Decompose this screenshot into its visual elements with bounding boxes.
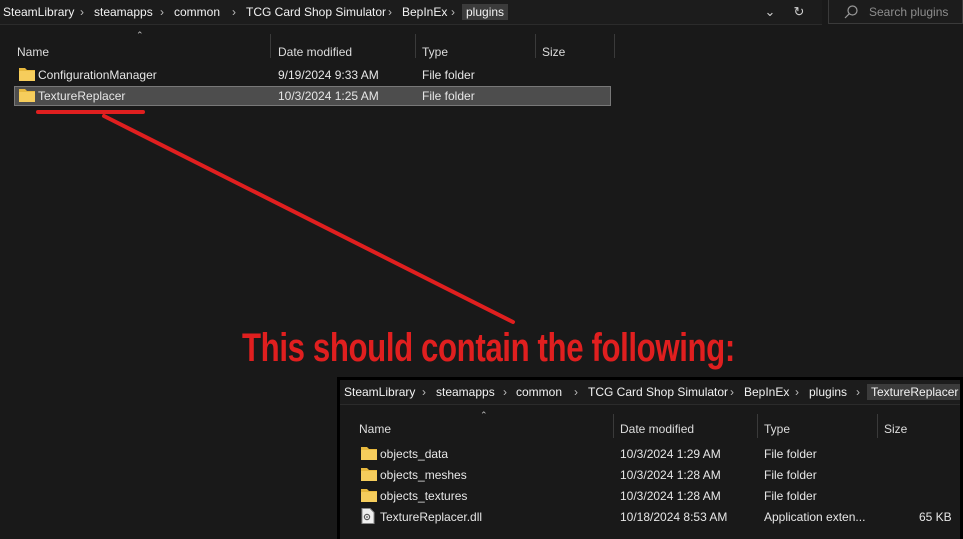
folder-icon [361,447,377,460]
column-header-type[interactable]: Type [764,423,790,439]
breadcrumb-tcg-card-shop-simulator[interactable]: TCG Card Shop Simulator [588,384,728,400]
breadcrumb-common[interactable]: common [516,384,562,400]
file-row-objects-meshes[interactable]: objects_meshes 10/3/2024 1:28 AM File fo… [355,465,960,485]
chevron-right-icon[interactable]: › [795,384,799,400]
file-row-texturereplacer-dll[interactable]: TextureReplacer.dll 10/18/2024 8:53 AM A… [355,507,960,527]
file-row-objects-data[interactable]: objects_data 10/3/2024 1:29 AM File fold… [355,444,960,464]
column-divider[interactable] [757,414,758,438]
file-date: 10/3/2024 1:29 AM [620,447,721,461]
file-type: File folder [764,489,817,503]
file-date: 10/3/2024 1:28 AM [620,489,721,503]
file-type: File folder [764,468,817,482]
folder-icon [361,468,377,481]
file-name: objects_textures [380,489,468,503]
chevron-right-icon[interactable]: › [574,384,578,400]
breadcrumb-texturereplacer[interactable]: TextureReplacer [867,384,960,400]
column-header-name[interactable]: Name [359,423,391,439]
column-header-size[interactable]: Size [884,423,907,439]
sort-up-icon: ⌃ [480,410,488,420]
file-date: 10/18/2024 8:53 AM [620,510,728,524]
file-name: TextureReplacer.dll [380,510,483,524]
file-type: File folder [764,447,817,461]
breadcrumb-steamlibrary[interactable]: SteamLibrary [344,384,415,400]
column-header-date-modified[interactable]: Date modified [620,423,694,439]
file-row-objects-textures[interactable]: objects_textures 10/3/2024 1:28 AM File … [355,486,960,506]
chevron-right-icon[interactable]: › [856,384,860,400]
folder-icon [361,489,377,502]
chevron-right-icon[interactable]: › [422,384,426,400]
file-type: Application exten... [764,510,866,524]
chevron-right-icon[interactable]: › [503,384,507,400]
file-name: objects_data [380,447,449,461]
dll-file-icon [361,508,375,524]
inset-explorer-window: SteamLibrary › steamapps › common › TCG … [337,377,963,539]
file-size: 65 KB [919,510,952,524]
inset-address-bar[interactable]: SteamLibrary › steamapps › common › TCG … [340,380,960,405]
arrow-line-annotation [102,114,515,324]
chevron-right-icon[interactable]: › [730,384,734,400]
annotation-callout-text: This should contain the following: [242,326,735,370]
breadcrumb-plugins[interactable]: plugins [809,384,847,400]
breadcrumb-bepinex[interactable]: BepInEx [744,384,789,400]
file-date: 10/3/2024 1:28 AM [620,468,721,482]
file-name: objects_meshes [380,468,467,482]
column-divider[interactable] [613,414,614,438]
column-divider[interactable] [877,414,878,438]
breadcrumb-steamapps[interactable]: steamapps [436,384,495,400]
